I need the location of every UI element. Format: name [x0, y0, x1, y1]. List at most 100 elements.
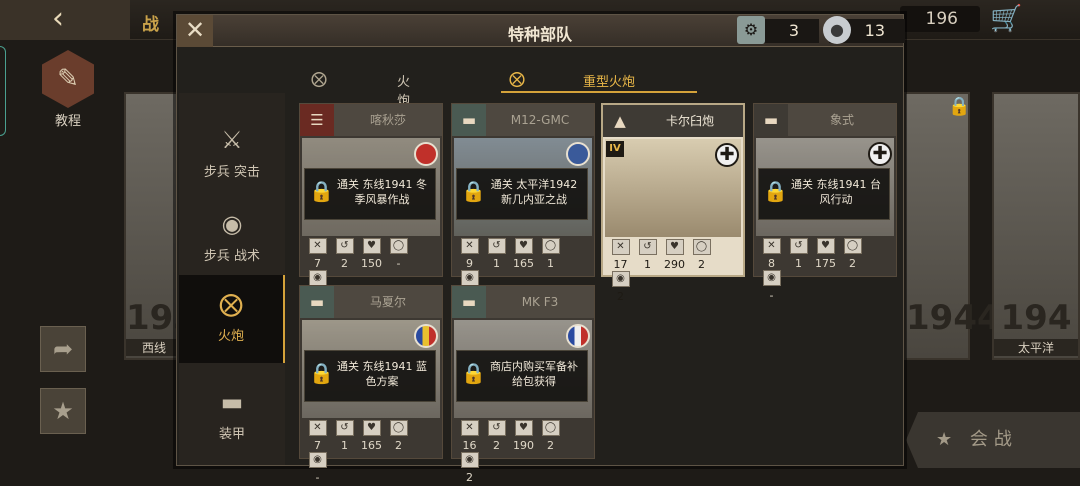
tutorial-icon: ✎ — [42, 50, 94, 108]
stat-value: 150 — [361, 257, 382, 270]
gold-counter: 196 — [900, 6, 980, 32]
unit-name: MK F3 — [486, 286, 594, 318]
category-label: 装甲 — [218, 427, 245, 442]
stat-value: - — [315, 471, 320, 484]
side-drawer-handle[interactable] — [0, 46, 6, 136]
stat-value: - — [396, 257, 401, 270]
resource-counter: ● 13 — [823, 16, 905, 44]
category-label: 步兵 战术 — [203, 249, 261, 264]
stat-value: - — [769, 289, 774, 302]
category-artillery[interactable]: ⨂ 火炮 — [179, 275, 285, 363]
tab-artillery[interactable]: ⨂ 火炮 — [311, 67, 421, 109]
resource-value: 3 — [788, 21, 799, 40]
special-forces-dialog: ✕ 特种部队 ⚙ 3 ● 13 ⚔ 步兵 突击 ◉ 步兵 战术 ⨂ 火炮 ▬ 装… — [176, 14, 905, 484]
stat-value: 165 — [361, 439, 382, 452]
dialog-header: ✕ 特种部队 ⚙ 3 ● 13 — [177, 15, 905, 47]
category-label: 步兵 突击 — [203, 165, 261, 180]
unit-stats: ✕ 8 ↺ 1 ♥ 175 ◯ 2 ◉ - — [758, 238, 892, 302]
health-icon: ♥ — [514, 420, 533, 436]
stat-value: 2 — [849, 257, 856, 270]
stat-value: 165 — [513, 257, 534, 270]
unit-card[interactable]: ☰ 喀秋莎 🔒 通关 东线1941 冬季风暴作战 ✕ 7 ↺ 2 ♥ 150 ◯ - ◉… — [299, 103, 443, 302]
vision-icon: ◉ — [460, 452, 479, 468]
defense-icon: ◯ — [692, 239, 711, 255]
self-propelled-gun-type-icon: ▬ — [452, 104, 486, 136]
trophy-icon: ★ — [52, 397, 74, 425]
stat-value: 190 — [513, 439, 534, 452]
unit-card[interactable]: ▬ 马夏尔 🔒 通关 东线1941 蓝色方案 ✕ 7 ↺ 1 ♥ 165 ◯ 2 ◉ - — [299, 285, 443, 484]
health-icon: ♥ — [665, 239, 684, 255]
stat-value: 2 — [547, 439, 554, 452]
category-list: ⚔ 步兵 突击 ◉ 步兵 战术 ⨂ 火炮 ▬ 装甲 — [179, 93, 285, 465]
unit-name: 卡尔臼炮 — [637, 105, 743, 137]
unit-card[interactable]: ▬ 象式 ✚ 🔒 通关 东线1941 台风行动 ✕ 8 ↺ 1 ♥ 175 ◯ 2 ◉ - — [753, 103, 897, 302]
tutorial-button[interactable]: ✎ 教程 — [38, 50, 98, 129]
share-button[interactable]: ➦ — [40, 326, 86, 372]
unit-card[interactable]: ▲ 卡尔臼炮 IV ✚ ✕ 17 ↺ 1 ♥ 290 ◯ 2 ◉ 2 — [601, 103, 745, 303]
unlock-requirement: 🔒 通关 太平洋1942 新几内亚之战 — [456, 168, 588, 220]
stat-value: 175 — [815, 257, 836, 270]
artillery-badge-icon: ⚙ — [737, 16, 765, 44]
lock-icon: 🔒 — [461, 361, 486, 385]
tactical-infantry-icon: ◉ — [221, 210, 243, 238]
shop-cart-icon[interactable]: 🛒 — [990, 4, 1030, 34]
campaign-card[interactable]: 193 西线 — [124, 92, 197, 360]
stat-value: 290 — [664, 258, 685, 271]
move-icon: ↺ — [789, 238, 808, 254]
unlock-requirement: 🔒 商店内购买军备补给包获得 — [456, 350, 588, 402]
campaign-year: 194 — [1000, 298, 1072, 338]
lock-icon: 🔒 — [309, 361, 334, 385]
health-icon: ♥ — [514, 238, 533, 254]
unlock-text: 商店内购买军备补给包获得 — [490, 360, 578, 388]
unlock-text: 通关 东线1941 台风行动 — [791, 178, 881, 206]
tank-icon: ▬ — [220, 388, 244, 416]
unit-stats: ✕ 16 ↺ 2 ♥ 190 ◯ 2 ◉ 2 — [456, 420, 590, 484]
health-icon: ♥ — [362, 238, 381, 254]
battle-button[interactable]: ★ 会战 — [906, 412, 1080, 468]
unit-stats: ✕ 7 ↺ 1 ♥ 165 ◯ 2 ◉ - — [304, 420, 438, 484]
artillery-icon: ⨂ — [219, 290, 243, 318]
stat-value: 2 — [493, 439, 500, 452]
attack-icon: ✕ — [308, 420, 327, 436]
defense-icon: ◯ — [541, 420, 560, 436]
self-propelled-gun-type-icon: ▬ — [300, 286, 334, 318]
tab-heavy-artillery[interactable]: ⨂ 重型火炮 — [501, 67, 697, 93]
stat-value: 1 — [644, 258, 651, 271]
assault-infantry-icon: ⚔ — [221, 126, 243, 154]
vision-icon: ◉ — [762, 270, 781, 286]
usa-flag-icon — [566, 142, 590, 166]
heavy-gun-icon: ⨂ — [509, 69, 525, 88]
france-flag-icon — [566, 324, 590, 348]
lock-icon: 🔒 — [461, 179, 486, 203]
stat-value: 2 — [395, 439, 402, 452]
stat-value: 8 — [768, 257, 775, 270]
category-armor[interactable]: ▬ 装甲 — [179, 373, 285, 461]
lock-icon: 🔒 — [948, 96, 971, 117]
stat-value: 1 — [547, 257, 554, 270]
trophy-button[interactable]: ★ — [40, 388, 86, 434]
unit-card[interactable]: ▬ MK F3 🔒 商店内购买军备补给包获得 ✕ 16 ↺ 2 ♥ 190 ◯ 2 ◉ 2 — [451, 285, 595, 484]
campaign-year: 1944 — [906, 298, 1001, 338]
unlock-text: 通关 东线1941 蓝色方案 — [337, 360, 427, 388]
tab-label: 重型火炮 — [583, 75, 636, 90]
silver-medal-icon: ● — [823, 16, 851, 44]
health-icon: ♥ — [362, 420, 381, 436]
lock-icon: 🔒 — [309, 179, 334, 203]
category-tactical-infantry[interactable]: ◉ 步兵 战术 — [179, 195, 285, 283]
unit-name: M12-GMC — [486, 104, 594, 136]
campaign-card[interactable]: 1944 — [904, 92, 1001, 360]
unit-stats: ✕7 ↺2 ♥150 ◯- ◉1 — [304, 238, 438, 302]
category-assault-infantry[interactable]: ⚔ 步兵 突击 — [179, 111, 285, 199]
page-title: 战 — [142, 15, 159, 35]
unit-name: 喀秋莎 — [334, 104, 442, 136]
defense-icon: ◯ — [541, 238, 560, 254]
campaign-year: 193 — [126, 298, 197, 338]
unit-card[interactable]: ▬ M12-GMC 🔒 通关 太平洋1942 新几内亚之战 ✕ 9 ↺ 1 ♥ 165… — [451, 103, 595, 302]
attack-icon: ✕ — [460, 420, 479, 436]
soviet-flag-icon — [414, 142, 438, 166]
unlock-text: 通关 太平洋1942 新几内亚之战 — [490, 178, 578, 206]
back-button[interactable]: ‹ — [0, 0, 130, 40]
field-gun-icon: ⨂ — [311, 69, 327, 88]
stat-value: 1 — [795, 257, 802, 270]
campaign-card[interactable]: 194 太平洋 — [992, 92, 1080, 360]
